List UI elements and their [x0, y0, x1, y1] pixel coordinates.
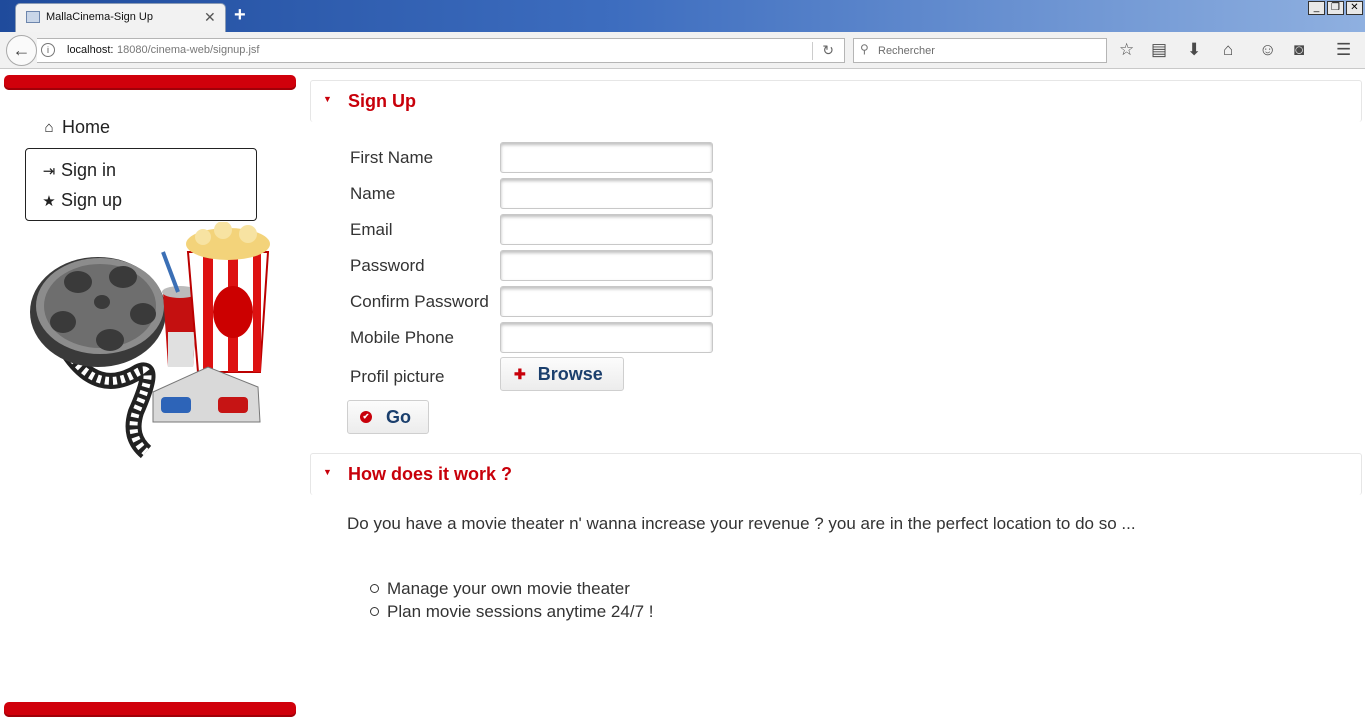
url-divider	[812, 42, 813, 60]
first-name-input[interactable]	[500, 142, 713, 173]
home-link[interactable]: ⌂ Home	[40, 117, 110, 138]
browser-navbar: ← i localhost: 18080/cinema-web/signup.j…	[0, 32, 1365, 69]
intro-text: Do you have a movie theater n' wanna inc…	[347, 514, 1136, 533]
browse-label: Browse	[537, 363, 603, 384]
collapse-triangle-icon[interactable]: ▼	[323, 94, 332, 104]
pocket-icon[interactable]: ◙	[1294, 40, 1304, 60]
reading-list-icon[interactable]: ▤	[1151, 40, 1167, 60]
browser-tab[interactable]: MallaCinema-Sign Up ✕	[15, 3, 226, 32]
info-panel-header[interactable]: ▼ How does it work ?	[310, 453, 1362, 495]
url-path: 18080/cinema-web/signup.jsf	[117, 44, 260, 56]
sign-in-label: Sign in	[61, 160, 117, 180]
url-bar[interactable]: i localhost: 18080/cinema-web/signup.jsf…	[37, 38, 845, 63]
minimize-icon[interactable]: _	[1308, 1, 1325, 15]
bullet-icon	[370, 584, 379, 593]
download-icon[interactable]: ⬇	[1187, 40, 1201, 60]
auth-menu: ⇥ Sign in ★ Sign up	[25, 148, 257, 221]
close-tab-icon[interactable]: ✕	[204, 9, 216, 26]
email-label: Email	[350, 220, 393, 239]
mobile-phone-label: Mobile Phone	[350, 328, 454, 347]
home-icon: ⌂	[44, 119, 54, 136]
close-window-icon[interactable]: ✕	[1346, 1, 1363, 15]
name-input[interactable]	[500, 178, 713, 209]
info-panel-title: How does it work ?	[348, 464, 513, 484]
search-icon: ⚲	[860, 42, 869, 56]
plus-icon: ✚	[514, 365, 526, 382]
url-host: localhost:	[67, 44, 114, 56]
email-input[interactable]	[500, 214, 713, 245]
bottom-red-bar	[4, 702, 296, 717]
tab-title: MallaCinema-Sign Up	[46, 11, 153, 23]
info-icon[interactable]: i	[41, 43, 55, 57]
search-bar[interactable]: ⚲ Rechercher	[853, 38, 1107, 63]
home-label: Home	[62, 117, 111, 137]
signup-panel-header[interactable]: ▼ Sign Up	[310, 80, 1362, 122]
password-label: Password	[350, 256, 425, 275]
feature-list: Manage your own movie theater Plan movie…	[370, 577, 653, 623]
chat-icon[interactable]: ☺	[1259, 40, 1276, 60]
signup-panel-title: Sign Up	[348, 91, 416, 111]
menu-icon[interactable]: ☰	[1336, 40, 1351, 60]
feature-text: Manage your own movie theater	[387, 578, 630, 598]
home-browser-icon[interactable]: ⌂	[1223, 40, 1233, 60]
cinema-artwork	[30, 222, 270, 459]
browse-button[interactable]: ✚ Browse	[500, 357, 624, 391]
window-controls: _ ❐ ✕	[1308, 1, 1363, 15]
restore-icon[interactable]: ❐	[1327, 1, 1344, 15]
feature-text: Plan movie sessions anytime 24/7 !	[387, 601, 654, 621]
sign-in-link[interactable]: ⇥ Sign in	[40, 160, 116, 181]
go-label: Go	[386, 406, 411, 427]
profile-picture-label: Profil picture	[350, 367, 445, 386]
top-red-bar	[4, 75, 296, 90]
sign-up-link[interactable]: ★ Sign up	[40, 190, 122, 211]
first-name-label: First Name	[350, 148, 434, 167]
confirm-password-input[interactable]	[500, 286, 713, 317]
password-input[interactable]	[500, 250, 713, 281]
star-icon: ★	[42, 192, 56, 210]
favicon-icon	[26, 11, 40, 23]
confirm-password-label: Confirm Password	[350, 292, 489, 311]
back-arrow-icon[interactable]: ←	[6, 35, 37, 66]
list-item: Plan movie sessions anytime 24/7 !	[370, 600, 653, 623]
bookmark-star-icon[interactable]: ☆	[1119, 40, 1134, 60]
browser-titlebar: MallaCinema-Sign Up ✕ + _ ❐ ✕	[0, 0, 1365, 32]
mobile-phone-input[interactable]	[500, 322, 713, 353]
new-tab-icon[interactable]: +	[234, 4, 246, 27]
sign-up-label: Sign up	[61, 190, 123, 210]
name-label: Name	[350, 184, 396, 203]
bullet-icon	[370, 607, 379, 616]
check-circle-icon: ✔	[360, 411, 372, 423]
list-item: Manage your own movie theater	[370, 577, 653, 600]
search-placeholder: Rechercher	[878, 45, 935, 57]
collapse-triangle-icon[interactable]: ▼	[323, 467, 332, 477]
go-button[interactable]: ✔ Go	[347, 400, 429, 434]
sign-in-icon: ⇥	[42, 162, 56, 180]
reload-icon[interactable]: ↻	[822, 42, 834, 59]
